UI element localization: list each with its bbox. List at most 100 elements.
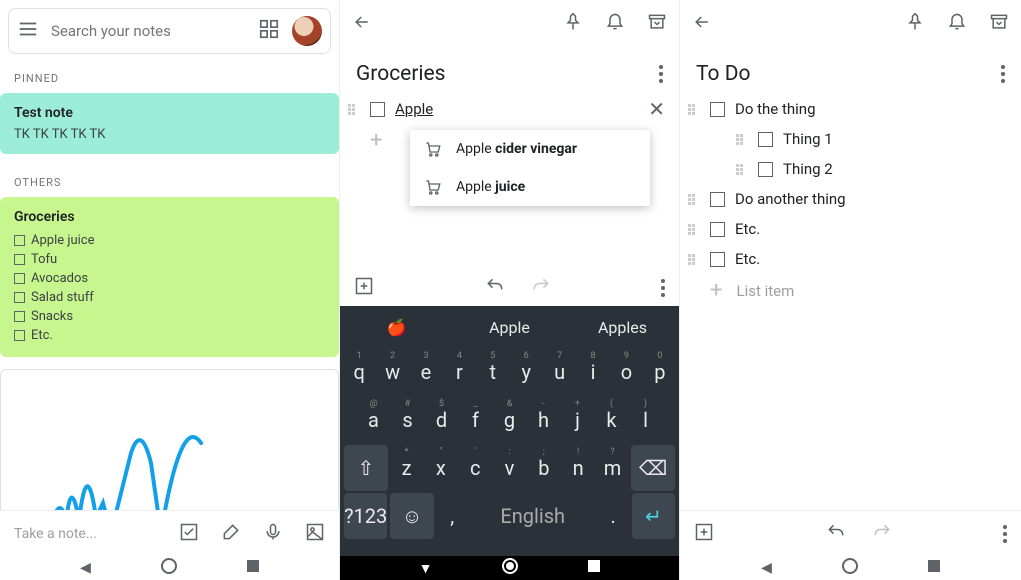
key-o[interactable]: 9o (611, 349, 641, 395)
drag-handle-icon[interactable] (688, 194, 698, 205)
search-bar[interactable]: Search your notes (8, 8, 331, 54)
key-l[interactable]: )l (630, 397, 661, 443)
pinned-note-card[interactable]: Test note TK TK TK TK TK (0, 93, 339, 154)
pin-icon[interactable] (905, 12, 925, 36)
reminder-icon[interactable] (947, 12, 967, 36)
key-e[interactable]: 3e (411, 349, 441, 395)
list-item-row[interactable]: Etc. (680, 214, 1021, 244)
kbd-prediction[interactable]: Apples (566, 318, 679, 337)
kbd-emoji-suggestion[interactable]: 🍎 (340, 318, 453, 337)
reminder-icon[interactable] (605, 12, 625, 36)
list-item-row[interactable]: Do another thing (680, 184, 1021, 214)
key-a[interactable]: @a (358, 397, 389, 443)
take-note-placeholder[interactable]: Take a note... (14, 526, 157, 542)
checkbox[interactable] (710, 252, 725, 267)
back-icon[interactable] (352, 12, 372, 36)
key-t[interactable]: 5t (478, 349, 508, 395)
redo-icon[interactable] (872, 522, 892, 546)
nav-recent[interactable] (928, 560, 940, 576)
mic-icon[interactable] (263, 522, 283, 546)
archive-icon[interactable] (647, 12, 667, 36)
undo-icon[interactable] (826, 522, 846, 546)
key-h[interactable]: -h (528, 397, 559, 443)
key-f[interactable]: _f (460, 397, 491, 443)
nav-recent[interactable] (588, 560, 600, 576)
key-emoji[interactable]: ☺ (390, 493, 433, 539)
checkbox[interactable] (710, 102, 725, 117)
key-j[interactable]: +j (562, 397, 593, 443)
checkbox[interactable] (758, 132, 773, 147)
key-enter[interactable]: ↵ (632, 493, 675, 539)
key-q[interactable]: 1q (344, 349, 374, 395)
overflow-icon[interactable] (1003, 525, 1007, 543)
nav-home[interactable] (161, 558, 177, 578)
note-title[interactable]: Groceries (356, 62, 446, 86)
nav-home[interactable] (842, 558, 858, 578)
key-period[interactable]: . (598, 493, 629, 539)
list-item-row[interactable]: Thing 2 (680, 154, 1021, 184)
key-space[interactable]: English (471, 493, 595, 539)
menu-icon[interactable] (17, 18, 39, 44)
key-comma[interactable]: , (437, 493, 468, 539)
key-r[interactable]: 4r (444, 349, 474, 395)
overflow-icon[interactable] (1001, 65, 1005, 83)
nav-back[interactable]: ◀ (80, 560, 91, 576)
groceries-note-card[interactable]: Groceries Apple juiceTofuAvocadosSalad s… (0, 197, 339, 357)
nav-back[interactable]: ▼ (419, 560, 433, 577)
key-s[interactable]: #s (392, 397, 423, 443)
list-item-row[interactable]: Etc. (680, 244, 1021, 274)
key-u[interactable]: 7u (544, 349, 574, 395)
key-shift[interactable]: ⇧ (344, 445, 388, 491)
list-item-text[interactable]: Apple (395, 100, 638, 118)
key-v[interactable]: :v (494, 445, 525, 491)
suggestion-item[interactable]: Apple juice (410, 168, 650, 206)
back-icon[interactable] (692, 12, 712, 36)
kbd-prediction[interactable]: Apple (453, 318, 566, 337)
key-x[interactable]: "x (425, 445, 456, 491)
grid-view-icon[interactable] (258, 18, 280, 44)
drag-handle-icon[interactable] (736, 134, 746, 145)
drag-handle-icon[interactable] (736, 164, 746, 175)
key-k[interactable]: (k (596, 397, 627, 443)
clear-icon[interactable]: ✕ (648, 97, 665, 121)
add-box-icon[interactable] (694, 522, 714, 546)
checkbox[interactable] (370, 102, 385, 117)
key-n[interactable]: !n (563, 445, 594, 491)
checkbox[interactable] (710, 192, 725, 207)
overflow-icon[interactable] (659, 65, 663, 83)
add-box-icon[interactable] (354, 276, 374, 300)
brush-icon[interactable] (221, 522, 241, 546)
note-title[interactable]: To Do (696, 62, 750, 86)
key-b[interactable]: ;b (528, 445, 559, 491)
suggestion-item[interactable]: Apple cider vinegar (410, 130, 650, 168)
key-p[interactable]: 0p (645, 349, 675, 395)
drag-handle-icon[interactable] (348, 104, 358, 115)
redo-icon[interactable] (531, 276, 551, 300)
key-i[interactable]: 8i (578, 349, 608, 395)
key-backspace[interactable]: ⌫ (631, 445, 675, 491)
list-item-row[interactable]: Do the thing (680, 94, 1021, 124)
drag-handle-icon[interactable] (688, 224, 698, 235)
overflow-icon[interactable] (661, 279, 665, 297)
avatar[interactable] (292, 16, 322, 46)
nav-back[interactable]: ◀ (761, 560, 772, 576)
key-c[interactable]: 'c (460, 445, 491, 491)
archive-icon[interactable] (989, 12, 1009, 36)
key-y[interactable]: 6y (511, 349, 541, 395)
key-m[interactable]: ?m (597, 445, 628, 491)
checkbox[interactable] (758, 162, 773, 177)
key-g[interactable]: &g (494, 397, 525, 443)
undo-icon[interactable] (485, 276, 505, 300)
list-item-row[interactable]: Thing 1 (680, 124, 1021, 154)
key-z[interactable]: *z (391, 445, 422, 491)
list-item-row[interactable]: Apple ✕ (340, 94, 679, 124)
nav-recent[interactable] (247, 560, 259, 576)
nav-home[interactable] (502, 558, 518, 578)
checkbox[interactable] (710, 222, 725, 237)
keyboard[interactable]: 🍎 Apple Apples 1q2w3e4r5t6y7u8i9o0p @a#s… (340, 306, 679, 556)
add-list-item[interactable]: + List item (680, 274, 1021, 307)
image-icon[interactable] (305, 522, 325, 546)
key-sym[interactable]: ?123 (344, 493, 387, 539)
drag-handle-icon[interactable] (688, 104, 698, 115)
key-w[interactable]: 2w (377, 349, 407, 395)
